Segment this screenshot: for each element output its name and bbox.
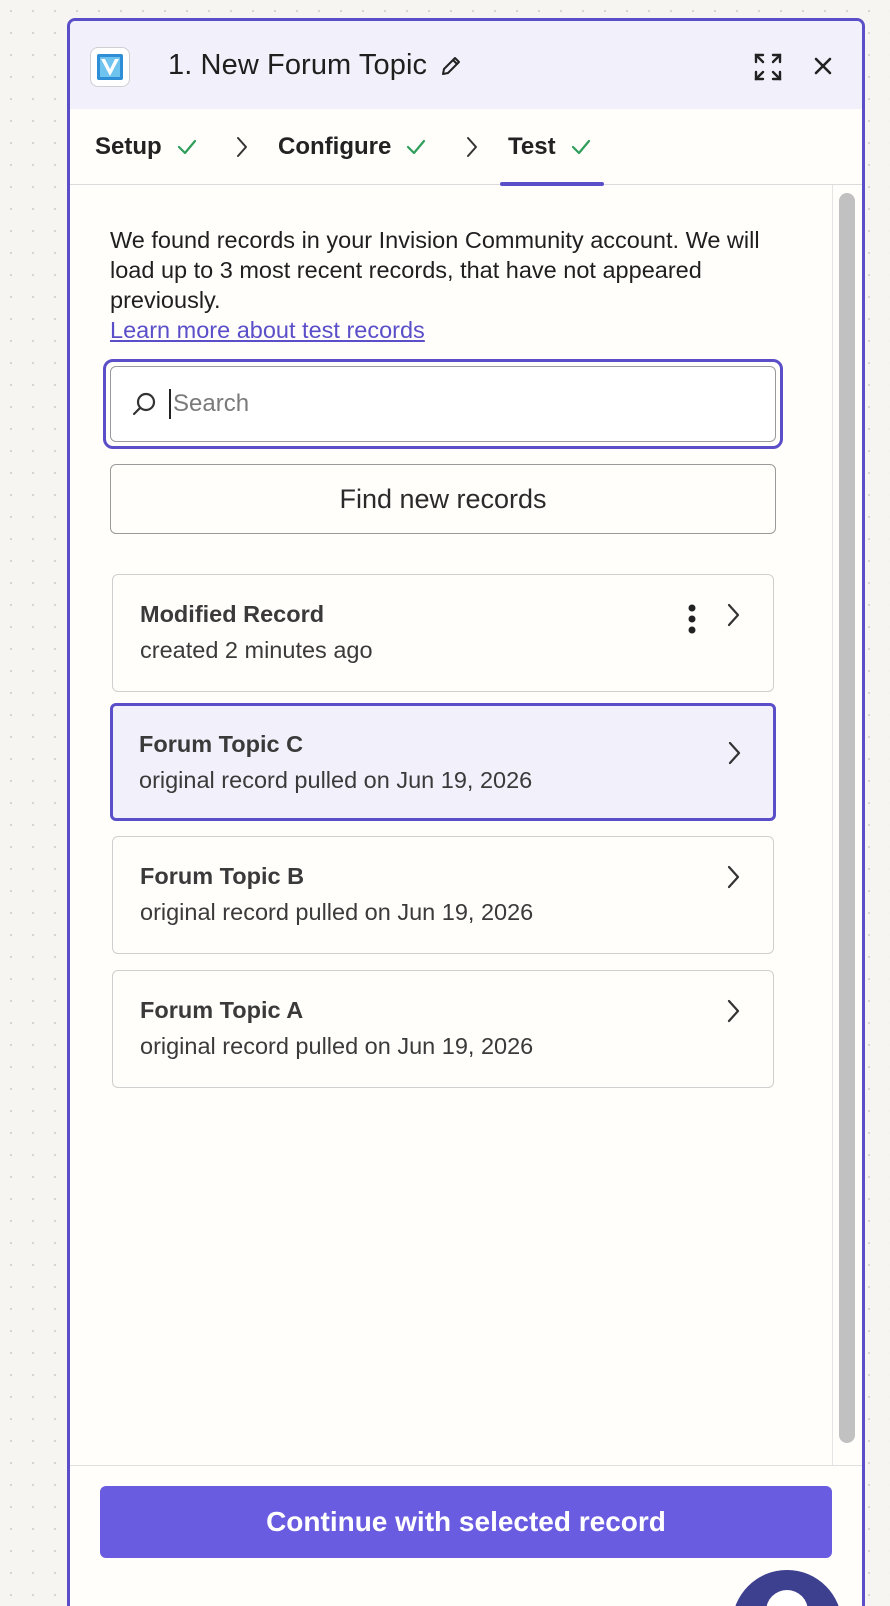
invision-app-icon [90,47,130,87]
record-subtitle: original record pulled on Jun 19, 2026 [140,899,534,925]
intro-description: We found records in your Invision Commun… [110,227,760,313]
learn-more-link[interactable]: Learn more about test records [110,315,425,345]
check-icon [570,136,592,158]
more-options-icon[interactable] [687,603,697,635]
record-item-forum-topic-a[interactable]: Forum Topic A original record pulled on … [112,970,774,1088]
record-title: Forum Topic A [140,997,304,1023]
record-title: Modified Record [140,601,325,627]
tab-setup[interactable]: Setup [95,109,198,185]
test-records-content: We found records in your Invision Commun… [70,185,862,1465]
step-title[interactable]: 1. New Forum Topic [168,49,463,82]
tab-test[interactable]: Test [500,109,604,186]
panel-header: 1. New Forum Topic [70,21,862,109]
pencil-icon[interactable] [439,54,463,78]
record-title: Forum Topic B [140,863,305,889]
record-subtitle: original record pulled on Jun 19, 2026 [140,1033,534,1059]
chat-icon [766,1590,808,1606]
tab-test-label: Test [508,133,556,160]
check-icon [176,136,198,158]
step-editor-panel: 1. New Forum Topic Setup Configure Test … [67,18,865,1606]
check-icon [405,136,427,158]
chevron-right-icon [723,863,743,891]
intro-text: We found records in your Invision Commun… [110,225,790,345]
record-title: Forum Topic C [139,731,304,757]
search-input[interactable] [169,389,729,419]
search-field[interactable] [110,366,776,442]
tab-configure-label: Configure [278,133,392,160]
record-item-modified-record[interactable]: Modified Record created 2 minutes ago [112,574,774,692]
chevron-right-icon [462,135,482,159]
expand-icon[interactable] [752,51,784,83]
step-tabs: Setup Configure Test [70,109,862,186]
chevron-right-icon [232,135,252,159]
chevron-right-icon [723,997,743,1025]
find-new-records-button[interactable]: Find new records [110,464,776,534]
tab-configure[interactable]: Configure [278,109,427,185]
tab-setup-label: Setup [95,133,162,160]
page-title: 1. New Forum Topic [168,49,428,81]
chevron-right-icon [723,601,743,629]
search-field-focus-ring [103,359,783,449]
panel-footer: Continue with selected record [70,1465,862,1606]
record-subtitle: original record pulled on Jun 19, 2026 [139,767,533,793]
search-icon [131,391,157,417]
chevron-right-icon [724,739,744,767]
close-icon[interactable] [810,53,836,79]
scrollbar[interactable] [832,185,862,1465]
record-item-forum-topic-c[interactable]: Forum Topic C original record pulled on … [110,703,776,821]
record-subtitle: created 2 minutes ago [140,637,373,663]
record-item-forum-topic-b[interactable]: Forum Topic B original record pulled on … [112,836,774,954]
continue-with-selected-record-button[interactable]: Continue with selected record [100,1486,832,1558]
scrollbar-thumb[interactable] [839,193,855,1443]
